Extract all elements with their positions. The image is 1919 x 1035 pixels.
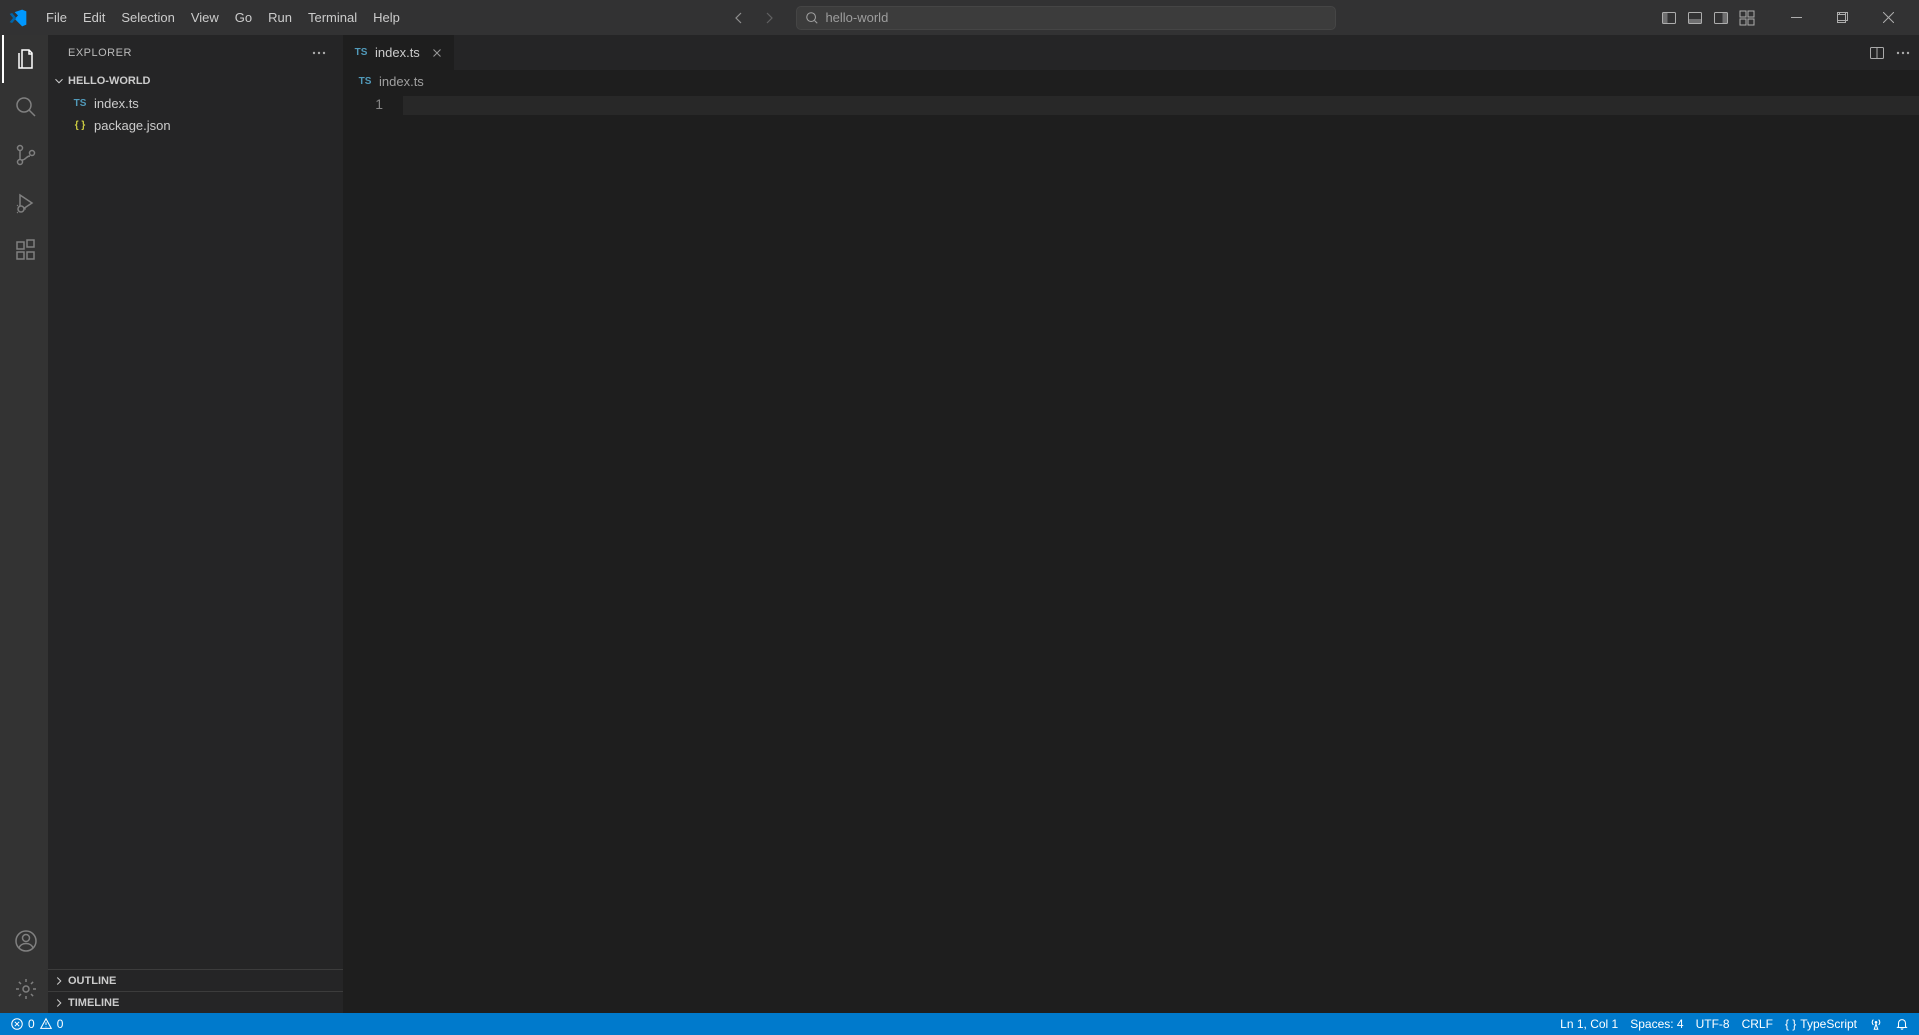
titlebar-right [1657, 0, 1911, 35]
activity-explorer[interactable] [2, 35, 50, 83]
titlebar-left: File Edit Selection View Go Run Terminal… [8, 6, 408, 29]
window-minimize-button[interactable] [1773, 0, 1819, 35]
activity-run-debug[interactable] [2, 179, 50, 227]
file-label: package.json [94, 118, 171, 133]
nav-back-button[interactable] [728, 7, 750, 29]
vscode-logo-icon [8, 8, 28, 28]
status-right: Ln 1, Col 1 Spaces: 4 UTF-8 CRLF { } Typ… [1560, 1017, 1909, 1031]
sidebar-header: EXPLORER [48, 35, 343, 70]
split-editor-button[interactable] [1865, 41, 1889, 65]
nav-forward-button[interactable] [758, 7, 780, 29]
sidebar-title: EXPLORER [68, 47, 132, 59]
toggle-primary-sidebar-button[interactable] [1657, 6, 1681, 30]
close-tab-icon[interactable] [430, 46, 444, 60]
status-left: 0 0 [10, 1017, 63, 1031]
explorer-sidebar: EXPLORER HELLO-WORLD TS index.ts { } pac… [48, 35, 343, 1013]
editor-more-actions-icon[interactable] [1895, 45, 1911, 61]
status-language[interactable]: { } TypeScript [1785, 1017, 1857, 1031]
window-close-button[interactable] [1865, 0, 1911, 35]
chevron-right-icon [52, 974, 66, 988]
activity-bottom [2, 917, 48, 1013]
bell-icon [1895, 1017, 1909, 1031]
breadcrumb-label: index.ts [379, 74, 424, 89]
status-notifications[interactable] [1895, 1017, 1909, 1031]
timeline-label: TIMELINE [68, 997, 119, 1009]
typescript-file-icon: TS [357, 76, 373, 87]
current-line-highlight [403, 96, 1919, 115]
activity-accounts[interactable] [2, 917, 50, 965]
warning-icon [39, 1017, 53, 1031]
menu-terminal[interactable]: Terminal [300, 6, 365, 29]
folder-section: HELLO-WORLD TS index.ts { } package.json [48, 70, 343, 969]
menu-run[interactable]: Run [260, 6, 300, 29]
sidebar-header-actions [311, 45, 327, 61]
activity-source-control[interactable] [2, 131, 50, 179]
nav-arrows [728, 7, 780, 29]
line-number: 1 [343, 96, 383, 112]
search-placeholder: hello-world [825, 10, 888, 25]
language-label: TypeScript [1800, 1017, 1857, 1031]
window-controls [1773, 0, 1911, 35]
status-indentation[interactable]: Spaces: 4 [1630, 1017, 1683, 1031]
editor-body[interactable]: 1 [343, 92, 1919, 1013]
workbench-body: EXPLORER HELLO-WORLD TS index.ts { } pac… [0, 35, 1919, 1013]
status-eol[interactable]: CRLF [1742, 1017, 1773, 1031]
tab-bar: TS index.ts [343, 35, 1919, 70]
error-icon [10, 1017, 24, 1031]
error-count: 0 [28, 1017, 35, 1031]
activity-settings[interactable] [2, 965, 50, 1013]
status-cursor-position[interactable]: Ln 1, Col 1 [1560, 1017, 1618, 1031]
status-encoding[interactable]: UTF-8 [1696, 1017, 1730, 1031]
typescript-file-icon: TS [72, 98, 88, 109]
chevron-right-icon [52, 996, 66, 1010]
menu-edit[interactable]: Edit [75, 6, 113, 29]
search-icon [805, 11, 819, 25]
file-index-ts[interactable]: TS index.ts [48, 92, 343, 114]
status-feedback[interactable] [1869, 1017, 1883, 1031]
customize-layout-button[interactable] [1735, 6, 1759, 30]
titlebar-center: hello-world [408, 6, 1657, 30]
menu-help[interactable]: Help [365, 6, 408, 29]
command-center-search[interactable]: hello-world [796, 6, 1336, 30]
menu-view[interactable]: View [183, 6, 227, 29]
status-problems[interactable]: 0 0 [10, 1017, 63, 1031]
outline-label: OUTLINE [68, 975, 116, 987]
sidebar-bottom: OUTLINE TIMELINE [48, 969, 343, 1013]
editor-tab-actions [1857, 35, 1919, 70]
line-gutter: 1 [343, 92, 403, 1013]
titlebar: File Edit Selection View Go Run Terminal… [0, 0, 1919, 35]
chevron-down-icon [52, 74, 66, 88]
radio-tower-icon [1869, 1017, 1883, 1031]
file-package-json[interactable]: { } package.json [48, 114, 343, 136]
breadcrumb[interactable]: TS index.ts [343, 70, 1919, 92]
toggle-secondary-sidebar-button[interactable] [1709, 6, 1733, 30]
tab-index-ts[interactable]: TS index.ts [343, 35, 455, 70]
tab-label: index.ts [375, 45, 420, 60]
activity-bar [0, 35, 48, 1013]
language-icon: { } [1785, 1017, 1796, 1031]
activity-top [2, 35, 48, 275]
folder-header[interactable]: HELLO-WORLD [48, 70, 343, 92]
menu-file[interactable]: File [38, 6, 75, 29]
warning-count: 0 [57, 1017, 64, 1031]
outline-section[interactable]: OUTLINE [48, 969, 343, 991]
editor-area: TS index.ts TS index.ts 1 [343, 35, 1919, 1013]
menu-selection[interactable]: Selection [113, 6, 182, 29]
more-actions-icon[interactable] [311, 45, 327, 61]
toggle-panel-button[interactable] [1683, 6, 1707, 30]
folder-name: HELLO-WORLD [68, 75, 150, 87]
file-tree: TS index.ts { } package.json [48, 92, 343, 969]
activity-extensions[interactable] [2, 227, 50, 275]
timeline-section[interactable]: TIMELINE [48, 991, 343, 1013]
file-label: index.ts [94, 96, 139, 111]
window-maximize-button[interactable] [1819, 0, 1865, 35]
menu-bar: File Edit Selection View Go Run Terminal… [38, 6, 408, 29]
status-bar: 0 0 Ln 1, Col 1 Spaces: 4 UTF-8 CRLF { }… [0, 1013, 1919, 1035]
activity-search[interactable] [2, 83, 50, 131]
json-file-icon: { } [72, 120, 88, 131]
menu-go[interactable]: Go [227, 6, 260, 29]
typescript-file-icon: TS [353, 47, 369, 58]
code-area[interactable] [403, 92, 1919, 1013]
